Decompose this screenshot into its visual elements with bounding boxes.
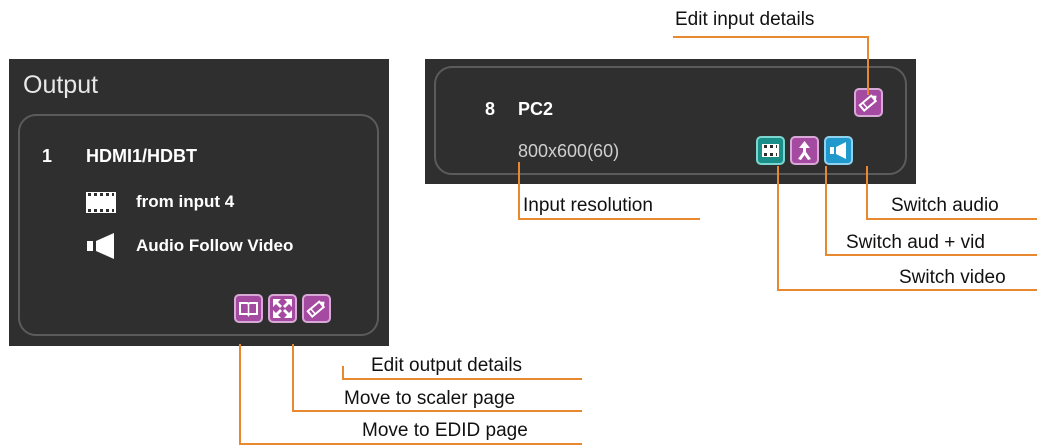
output-title: Output [23, 71, 99, 99]
scaler-button[interactable] [268, 294, 297, 323]
input-resolution: 800x600(60) [518, 141, 620, 161]
audio-mode-text: Audio Follow Video [136, 236, 294, 255]
film-icon [86, 192, 116, 213]
input-panel: 8 PC2 800x600(60) [425, 59, 916, 184]
output-channel-number: 1 [42, 146, 53, 166]
callout-edit-output-details: Edit output details [371, 355, 523, 376]
input-channel-name: PC2 [518, 99, 554, 119]
output-card[interactable]: 1 HDMI1/HDBT from input 4 Audio Follow V… [18, 114, 379, 336]
callout-input-resolution: Input resolution [523, 195, 653, 216]
expand-icon [273, 299, 292, 318]
film-icon [762, 144, 779, 157]
output-panel: Output 1 HDMI1/HDBT from input 4 Audio F… [9, 59, 389, 346]
video-source-text: from input 4 [136, 192, 235, 211]
callout-move-to-scaler: Move to scaler page [344, 388, 516, 409]
edit-output-button[interactable] [302, 294, 331, 323]
input-card[interactable]: 8 PC2 800x600(60) [434, 66, 907, 175]
pencil-icon [306, 300, 326, 319]
callout-move-to-edid: Move to EDID page [362, 420, 528, 441]
edid-button[interactable] [234, 294, 263, 323]
merge-arrow-icon [798, 141, 811, 160]
switch-video-button[interactable] [756, 136, 785, 165]
output-channel-name: HDMI1/HDBT [86, 146, 197, 166]
speaker-icon [830, 142, 846, 159]
switch-aud-vid-button[interactable] [790, 136, 819, 165]
input-channel-number: 8 [485, 99, 496, 119]
pencil-icon [858, 94, 878, 113]
edit-input-button[interactable] [854, 88, 883, 117]
callout-switch-aud-vid: Switch aud + vid [846, 232, 985, 253]
speaker-icon [87, 233, 114, 259]
book-icon [239, 302, 258, 318]
callout-switch-video: Switch video [899, 267, 1006, 288]
callout-switch-audio: Switch audio [891, 195, 999, 216]
callout-edit-input-details: Edit input details [675, 9, 815, 30]
switch-audio-button[interactable] [824, 136, 853, 165]
